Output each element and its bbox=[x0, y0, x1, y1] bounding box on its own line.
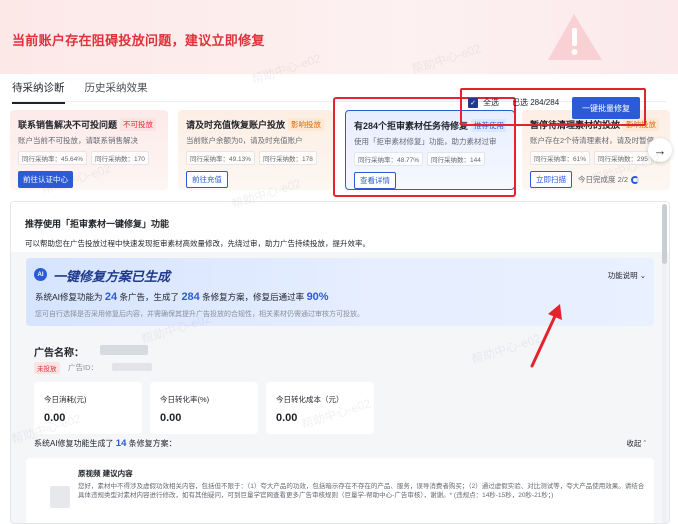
ads-count: 24 bbox=[104, 291, 118, 303]
ad-name-label: 广告名称： bbox=[34, 348, 84, 359]
chevron-down-icon: ⌄ bbox=[639, 271, 646, 280]
card-title: 请及时充值恢复账户投放 影响投放 bbox=[186, 118, 325, 131]
item-body: 您好，素材中不得涉及虚假功效相关内容，包括但不限于：（1）夸大产品的功效，包括暗… bbox=[78, 483, 645, 499]
card-recharge[interactable]: 请及时充值恢复账户投放 影响投放 当前账户余额为0，请及时充值账户 同行采纳率：4… bbox=[178, 110, 333, 190]
scan-now-button[interactable]: 立即扫描 bbox=[530, 171, 572, 188]
repair-summary: 系统AI修复功能生成了 14 条修复方案： bbox=[34, 438, 177, 449]
stat-value: 0.00 bbox=[276, 412, 298, 424]
ai-badge-icon: AI bbox=[34, 268, 47, 281]
metric-adopt-rate: 同行采纳率：48.77% bbox=[354, 152, 424, 166]
metric-adopt-count: 同行采纳数：170 bbox=[91, 151, 149, 165]
card-tag: 影响投放 bbox=[288, 118, 325, 131]
stat-label: 今日转化成本（元） bbox=[276, 395, 344, 404]
selected-count: 已选 284/284 bbox=[512, 98, 560, 107]
stat-today-cpa: 今日转化成本（元） 0.00 bbox=[266, 382, 374, 434]
stat-today-spend: 今日消耗(元) 0.00 bbox=[34, 382, 142, 434]
go-certification-button[interactable]: 前往认证中心 bbox=[18, 171, 73, 188]
next-arrow-icon[interactable]: → bbox=[648, 138, 672, 162]
select-all-checkbox[interactable]: ✓ bbox=[468, 97, 478, 108]
panel-subtitle: 可以帮助您在广告投放过程中快速发现拒审素材高效量修改，先绕过审，助力广告持续投放… bbox=[25, 239, 370, 248]
progress-ring-icon bbox=[631, 175, 640, 184]
ad-id-label: 广告ID： bbox=[68, 363, 98, 372]
tab-pending-diagnosis[interactable]: 待采纳诊断 bbox=[12, 80, 65, 104]
go-recharge-button[interactable]: 前往充值 bbox=[186, 171, 228, 188]
stat-today-cvr: 今日转化率(%) 0.00 bbox=[150, 382, 258, 434]
video-thumbnail[interactable] bbox=[50, 486, 70, 508]
card-tag: 不可投放 bbox=[120, 118, 157, 131]
daily-progress: 今日完成度 2/2 bbox=[578, 174, 640, 185]
batch-repair-button[interactable]: 一键批量修复 bbox=[572, 97, 640, 119]
alert-banner: 当前账户存在阻碍投放问题，建议立即修复 bbox=[0, 0, 678, 74]
select-controls: ✓ 全选 已选 284/284 bbox=[468, 97, 559, 108]
metric-adopt-count: 同行采纳数：178 bbox=[259, 151, 317, 165]
tab-bar: 待采纳诊断 历史采纳效果 bbox=[12, 80, 148, 104]
item-header: 原视频 建议内容 bbox=[78, 469, 133, 478]
collapse-button[interactable]: 收起 ˆ bbox=[626, 438, 646, 449]
select-all-label[interactable]: 全选 bbox=[483, 97, 499, 108]
stat-label: 今日转化率(%) bbox=[160, 395, 210, 404]
chevron-up-icon: ˆ bbox=[643, 439, 647, 448]
stat-value: 0.00 bbox=[44, 412, 66, 424]
scroll-thumb[interactable] bbox=[662, 204, 667, 264]
metric-adopt-count: 同行采纳数：144 bbox=[427, 152, 485, 166]
repair-panel: 推荐使用「拒审素材一键修复」功能 可以帮助您在广告投放过程中快速发现拒审素材高效… bbox=[10, 201, 670, 524]
card-title: 联系销售解决不可投问题 不可投放 bbox=[18, 118, 160, 131]
repair-count: 14 bbox=[115, 438, 127, 449]
repair-summary-row: 系统AI修复功能生成了 14 条修复方案： 收起 ˆ bbox=[26, 434, 654, 454]
card-desc: 当前账户余额为0，请及时充值账户 bbox=[186, 136, 303, 145]
status-badge: 未投放 bbox=[34, 362, 60, 374]
ad-name-redacted bbox=[100, 345, 148, 355]
ai-title: 一键修复方案已生成 bbox=[53, 269, 171, 284]
tab-history-effect[interactable]: 历史采纳效果 bbox=[85, 80, 148, 102]
metric-adopt-rate: 同行采纳率：45.64% bbox=[18, 151, 88, 165]
ai-note: 您可自行选择是否采用修复后内容，并需确保其提升广告投放的合规性，相关素材仍需通过… bbox=[35, 311, 364, 318]
card-desc: 账户当前不可投放，请联系销售解决 bbox=[18, 136, 138, 145]
banner-title: 当前账户存在阻碍投放问题，建议立即修复 bbox=[12, 33, 265, 48]
ai-solution-block: AI 一键修复方案已生成 功能说明 ⌄ 系统AI修复功能为 24 条广告，生成了… bbox=[26, 258, 654, 326]
metric-adopt-rate: 同行采纳率：61% bbox=[530, 151, 591, 165]
ad-section: 广告名称： 未投放 广告ID： 今日消耗(元) 0.00 今日转化率(%) 0.… bbox=[26, 334, 654, 434]
card-contact-sales[interactable]: 联系销售解决不可投问题 不可投放 账户当前不可投放，请联系销售解决 同行采纳率：4… bbox=[10, 110, 168, 190]
plans-count: 284 bbox=[181, 291, 200, 303]
pass-rate: 90% bbox=[306, 291, 329, 303]
card-desc: 账户存在2个待清理素材，请及时暂停 bbox=[530, 136, 655, 145]
stat-label: 今日消耗(元) bbox=[44, 395, 87, 404]
ad-id-redacted bbox=[112, 363, 152, 371]
page-root: 当前账户存在阻碍投放问题，建议立即修复 待采纳诊断 历史采纳效果 联系销售解决不… bbox=[0, 0, 678, 524]
ai-summary: 系统AI修复功能为 24 条广告，生成了 284 条修复方案，修复后通过率 90… bbox=[35, 291, 329, 303]
card-desc: 使用「拒审素材修复」功能，助力素材过审 bbox=[354, 137, 497, 146]
panel-scrollbar[interactable] bbox=[662, 204, 667, 523]
feature-description-link[interactable]: 功能说明 ⌄ bbox=[608, 270, 646, 281]
warning-icon bbox=[548, 14, 602, 60]
panel-header: 推荐使用「拒审素材一键修复」功能 可以帮助您在广告投放过程中快速发现拒审素材高效… bbox=[11, 202, 669, 252]
metric-adopt-count: 同行采纳数：295 bbox=[594, 151, 652, 165]
repair-item: 原视频 建议内容 您好，素材中不得涉及虚假功效相关内容，包括但不限于：（1）夸大… bbox=[26, 458, 654, 523]
panel-title: 推荐使用「拒审素材一键修复」功能 bbox=[25, 219, 170, 229]
stat-value: 0.00 bbox=[160, 412, 182, 424]
metric-adopt-rate: 同行采纳率：49.13% bbox=[186, 151, 256, 165]
view-details-button[interactable]: 查看详情 bbox=[354, 172, 396, 189]
